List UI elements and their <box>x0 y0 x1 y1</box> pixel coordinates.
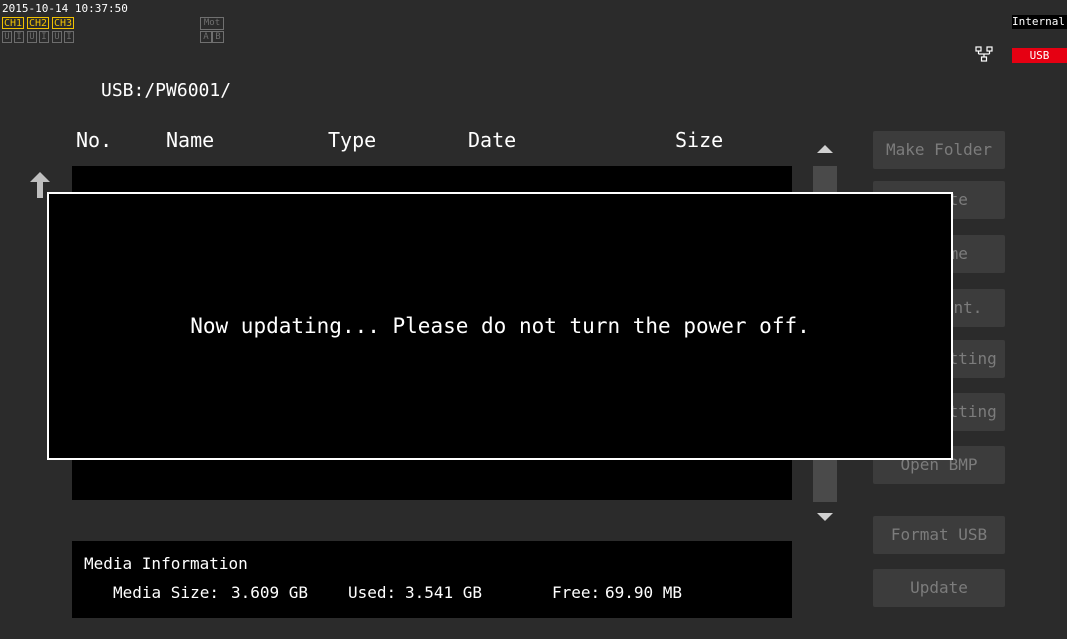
make-folder-button[interactable]: Make Folder <box>873 131 1005 169</box>
ui-cell: U <box>27 31 37 43</box>
channel-2-indicator: CH2 <box>27 17 50 29</box>
media-information-panel <box>72 541 792 618</box>
update-button[interactable]: Update <box>873 569 1005 607</box>
network-icon <box>975 46 993 62</box>
ui-cell: I <box>39 31 49 43</box>
media-used-label: Used: <box>348 583 397 602</box>
ui-cell: U <box>2 31 12 43</box>
motor-b-indicator: B <box>212 31 224 43</box>
current-path: USB:/PW6001/ <box>101 80 232 101</box>
column-header-name: Name <box>166 128 215 152</box>
channel-1-indicator: CH1 <box>2 17 25 29</box>
column-header-no: No. <box>76 128 113 152</box>
scroll-up-arrow-icon[interactable] <box>803 134 847 164</box>
column-header-date: Date <box>468 128 517 152</box>
format-usb-button[interactable]: Format USB <box>873 516 1005 554</box>
motor-a-indicator: A <box>200 31 212 43</box>
media-free-label: Free: <box>552 583 601 602</box>
storage-usb-badge: USB <box>1012 48 1067 63</box>
datetime: 2015-10-14 10:37:50 <box>2 2 128 15</box>
media-free-value: 69.90 MB <box>605 583 683 602</box>
media-information-title: Media Information <box>84 554 248 573</box>
status-bar: 2015-10-14 10:37:50 CH1 CH2 CH3 U I U I … <box>0 0 1067 66</box>
column-header-size: Size <box>675 128 724 152</box>
scroll-down-arrow-icon[interactable] <box>803 504 847 534</box>
storage-internal-label: Internal <box>1012 15 1067 29</box>
update-message: Now updating... Please do not turn the p… <box>190 314 810 338</box>
update-progress-dialog: Now updating... Please do not turn the p… <box>47 192 953 460</box>
media-size-label: Media Size: <box>113 583 219 602</box>
media-size-value: 3.609 GB <box>231 583 309 602</box>
column-header-type: Type <box>328 128 377 152</box>
ui-cell: I <box>14 31 24 43</box>
ui-cell: U <box>52 31 62 43</box>
channel-3-indicator: CH3 <box>52 17 75 29</box>
ui-cell: I <box>64 31 74 43</box>
media-used-value: 3.541 GB <box>405 583 483 602</box>
motor-indicator: Mot <box>200 17 224 30</box>
